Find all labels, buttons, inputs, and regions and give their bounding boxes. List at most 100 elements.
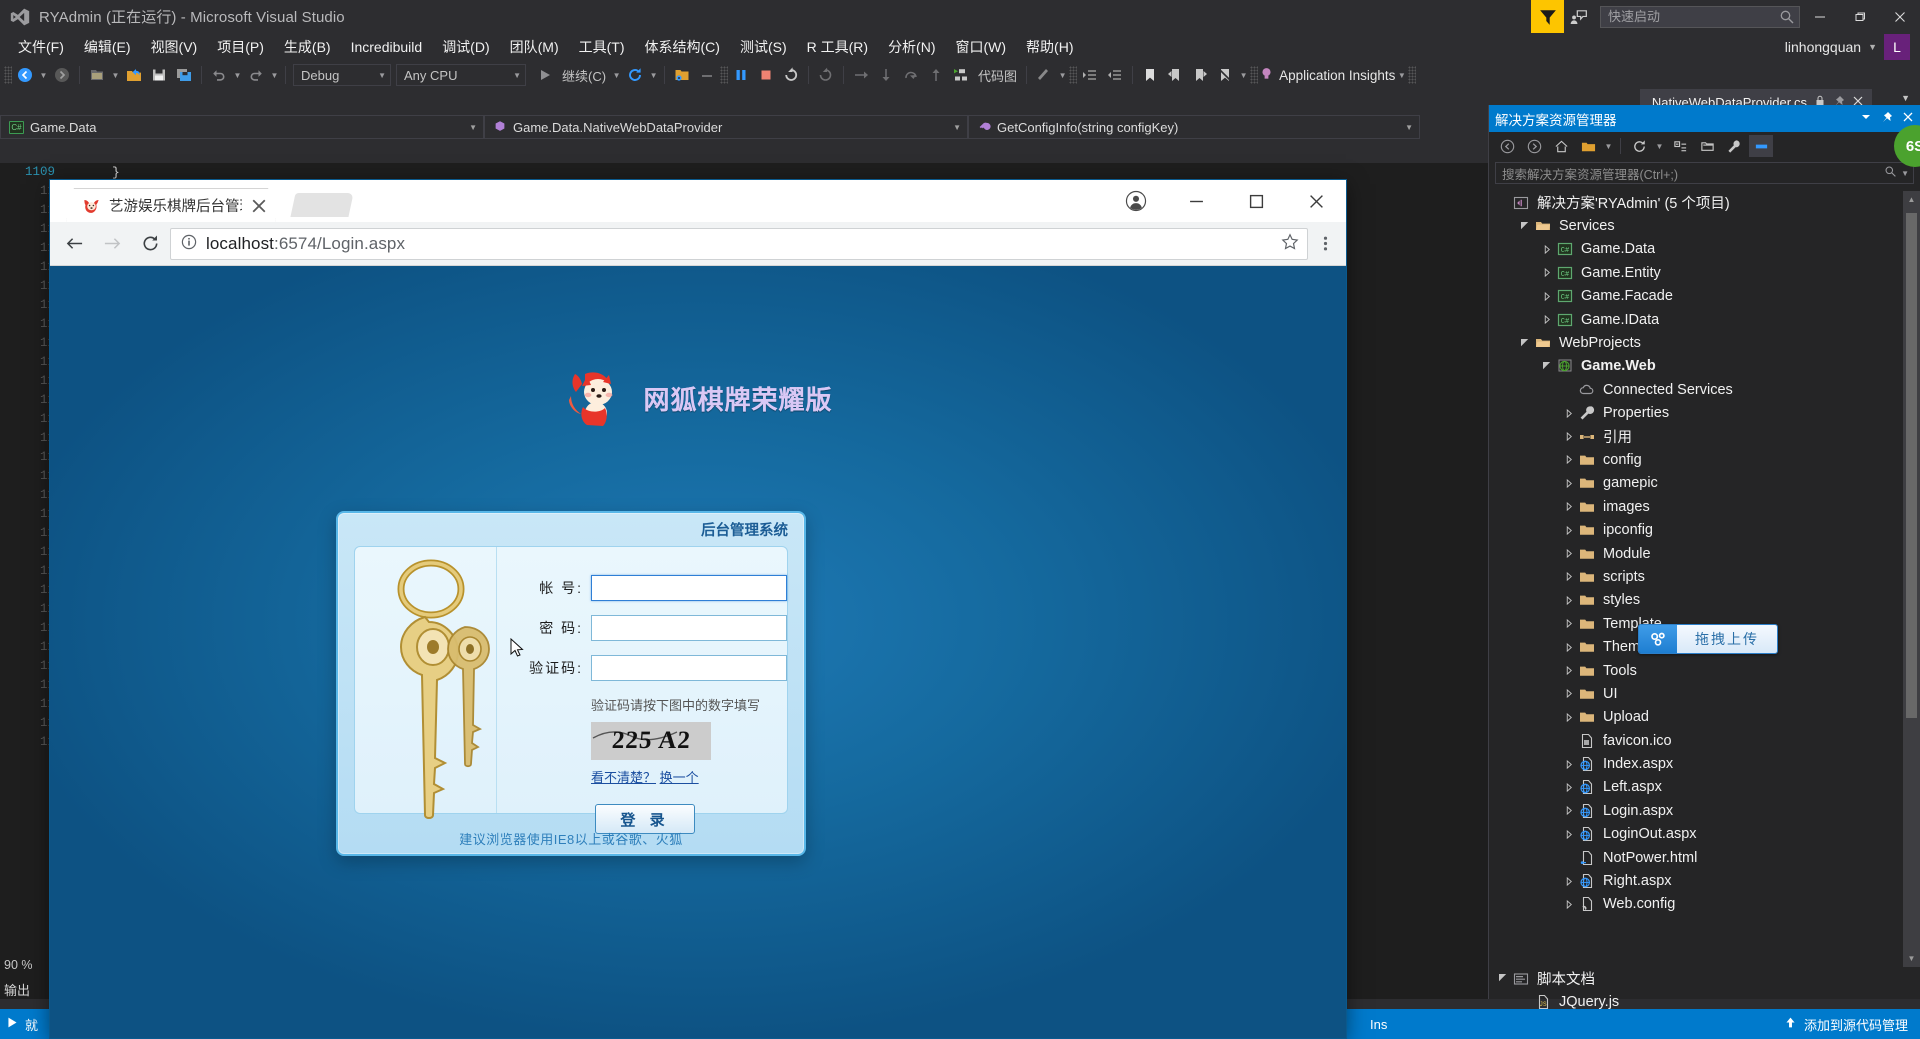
solution-configuration-dropdown[interactable]: Debug ▼ bbox=[293, 64, 391, 86]
chevron-right-icon[interactable] bbox=[1561, 639, 1577, 655]
tab-overflow-chevron-icon[interactable]: ▼ bbox=[1901, 93, 1910, 103]
menu-window[interactable]: 窗口(W) bbox=[946, 34, 1017, 60]
chevron-down-icon[interactable]: ▼ bbox=[1654, 134, 1665, 158]
toolbar-grip[interactable] bbox=[1069, 66, 1078, 84]
tree-item[interactable]: Properties bbox=[1489, 402, 1920, 425]
tree-item[interactable]: 解决方案'RYAdmin' (5 个项目) bbox=[1489, 191, 1920, 214]
step-into-icon[interactable] bbox=[874, 63, 898, 87]
redo-icon[interactable] bbox=[244, 63, 268, 87]
tree-item[interactable]: C# Game.Entity bbox=[1489, 261, 1920, 284]
profile-icon[interactable] bbox=[1106, 180, 1166, 222]
tree-item[interactable]: Connected Services bbox=[1489, 378, 1920, 401]
browser-menu-icon[interactable] bbox=[1310, 226, 1340, 262]
chevron-down-icon[interactable]: ▼ bbox=[232, 63, 243, 87]
tree-item[interactable]: gamepic bbox=[1489, 472, 1920, 495]
chevron-right-icon[interactable] bbox=[1561, 405, 1577, 421]
chevron-right-icon[interactable] bbox=[1561, 686, 1577, 702]
tree-item[interactable]: 脚本文档 bbox=[1489, 967, 1920, 990]
code-map-label[interactable]: 代码图 bbox=[974, 66, 1021, 85]
menu-edit[interactable]: 编辑(E) bbox=[74, 34, 141, 60]
chevron-down-icon[interactable]: ▼ bbox=[1057, 63, 1068, 87]
tree-item[interactable]: C# Game.Facade bbox=[1489, 285, 1920, 308]
chevron-down-icon[interactable]: ▼ bbox=[38, 63, 49, 87]
refresh-icon[interactable] bbox=[1627, 135, 1651, 157]
solution-explorer-scrollbar[interactable]: ▲ ▼ bbox=[1903, 191, 1920, 967]
toolbar-grip[interactable] bbox=[1408, 66, 1417, 84]
chevron-right-icon[interactable] bbox=[1561, 873, 1577, 889]
restore-button[interactable] bbox=[1840, 0, 1880, 33]
navbar-member-dropdown[interactable]: GetConfigInfo(string configKey) ▼ bbox=[968, 115, 1420, 139]
menu-project[interactable]: 项目(P) bbox=[207, 34, 274, 60]
tree-item[interactable]: C# Game.Data bbox=[1489, 238, 1920, 261]
tree-item[interactable]: WebProjects bbox=[1489, 331, 1920, 354]
tree-item[interactable]: styles bbox=[1489, 589, 1920, 612]
tree-item[interactable]: scripts bbox=[1489, 565, 1920, 588]
menu-incredibuild[interactable]: Incredibuild bbox=[341, 36, 433, 58]
browser-maximize-button[interactable] bbox=[1226, 180, 1286, 222]
tree-item[interactable]: Game.Web bbox=[1489, 355, 1920, 378]
preview-selected-items-icon[interactable] bbox=[1749, 135, 1773, 157]
menu-tools[interactable]: 工具(T) bbox=[569, 34, 635, 60]
scroll-up-icon[interactable]: ▲ bbox=[1903, 191, 1920, 208]
captcha-change-link[interactable]: 换一个 bbox=[660, 770, 699, 785]
chevron-right-icon[interactable] bbox=[1561, 475, 1577, 491]
chevron-down-icon[interactable] bbox=[1495, 971, 1511, 987]
captcha-image[interactable]: 225 A2 bbox=[591, 722, 711, 760]
forward-icon[interactable] bbox=[94, 226, 130, 262]
tree-item[interactable]: Index.aspx bbox=[1489, 752, 1920, 775]
navigate-backward-icon[interactable] bbox=[13, 63, 37, 87]
captcha-unclear-link[interactable]: 看不清楚？ bbox=[591, 770, 656, 785]
clear-bookmarks-icon[interactable] bbox=[1213, 63, 1237, 87]
chevron-right-icon[interactable] bbox=[1561, 803, 1577, 819]
code-map-icon[interactable] bbox=[949, 63, 973, 87]
chevron-right-icon[interactable] bbox=[1561, 826, 1577, 842]
tree-item[interactable]: Upload bbox=[1489, 706, 1920, 729]
chevron-down-icon[interactable]: ▼ bbox=[1901, 169, 1909, 178]
close-icon[interactable] bbox=[1902, 111, 1914, 126]
menu-r-tools[interactable]: R 工具(R) bbox=[797, 34, 878, 60]
status-source-control[interactable]: 添加到源代码管理 bbox=[1784, 1015, 1908, 1034]
restart-debugging-icon[interactable] bbox=[779, 63, 803, 87]
chevron-right-icon[interactable] bbox=[1561, 896, 1577, 912]
menu-help[interactable]: 帮助(H) bbox=[1016, 34, 1083, 60]
tab-close-icon[interactable] bbox=[250, 197, 268, 215]
avatar[interactable]: L bbox=[1884, 34, 1910, 60]
tree-item[interactable]: Tools bbox=[1489, 659, 1920, 682]
menu-analyze[interactable]: 分析(N) bbox=[878, 34, 945, 60]
password-input[interactable] bbox=[591, 615, 787, 641]
tree-item[interactable]: favicon.ico bbox=[1489, 729, 1920, 752]
tree-item[interactable]: Module bbox=[1489, 542, 1920, 565]
save-all-icon[interactable] bbox=[172, 63, 196, 87]
stop-debugging-icon[interactable] bbox=[754, 63, 778, 87]
bookmark-icon[interactable] bbox=[1138, 63, 1162, 87]
panel-menu-chevron-icon[interactable] bbox=[1860, 111, 1872, 126]
chevron-right-icon[interactable] bbox=[1561, 546, 1577, 562]
menu-file[interactable]: 文件(F) bbox=[8, 34, 74, 60]
chevron-down-icon[interactable]: ▼ bbox=[611, 63, 622, 87]
menu-view[interactable]: 视图(V) bbox=[141, 34, 208, 60]
pause-icon[interactable] bbox=[729, 63, 753, 87]
chevron-right-icon[interactable] bbox=[1561, 499, 1577, 515]
tree-item[interactable]: NotPower.html bbox=[1489, 846, 1920, 869]
restart-icon[interactable] bbox=[623, 63, 647, 87]
chevron-down-icon[interactable]: ▼ bbox=[269, 63, 280, 87]
captcha-input[interactable] bbox=[591, 655, 787, 681]
chevron-right-icon[interactable] bbox=[1561, 569, 1577, 585]
feedback-funnel-icon[interactable] bbox=[1531, 0, 1564, 33]
break-all-icon[interactable] bbox=[695, 63, 719, 87]
tree-item[interactable]: C# Game.IData bbox=[1489, 308, 1920, 331]
menu-team[interactable]: 团队(M) bbox=[500, 34, 569, 60]
navbar-project-dropdown[interactable]: C# Game.Data ▼ bbox=[0, 115, 484, 139]
page-info-icon[interactable] bbox=[181, 234, 197, 253]
tree-item[interactable]: images bbox=[1489, 495, 1920, 518]
minimize-button[interactable] bbox=[1800, 0, 1840, 33]
account-input[interactable] bbox=[591, 575, 787, 601]
chrome-browser-window[interactable]: 艺游娱乐棋牌后台管理系 localhost:6574/Login.aspx bbox=[50, 180, 1346, 1038]
back-icon[interactable] bbox=[56, 226, 92, 262]
search-icon[interactable] bbox=[1884, 165, 1897, 181]
chevron-down-icon[interactable]: ▼ bbox=[1238, 63, 1249, 87]
url-text[interactable]: localhost:6574/Login.aspx bbox=[206, 234, 1272, 254]
step-up-icon[interactable] bbox=[924, 63, 948, 87]
continue-label[interactable]: 继续(C) bbox=[558, 66, 610, 85]
solution-explorer-tree[interactable]: 解决方案'RYAdmin' (5 个项目) Services C# Game.Data… bbox=[1489, 191, 1920, 967]
